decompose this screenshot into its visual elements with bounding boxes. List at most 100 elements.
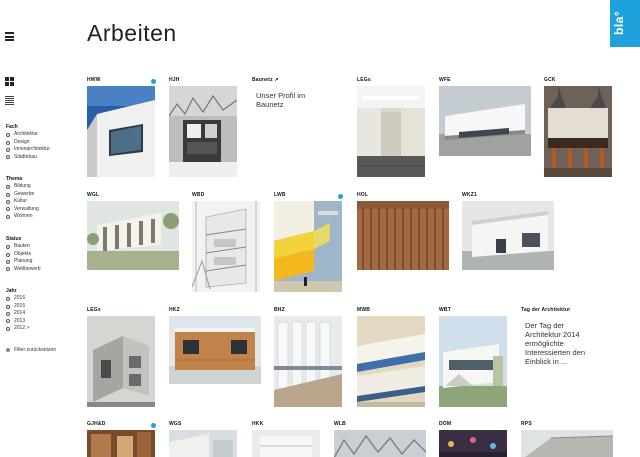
project-image — [87, 430, 155, 457]
project-label: LEGs — [87, 307, 101, 313]
project-label: LWB — [274, 192, 286, 198]
project-label: BHZ — [274, 307, 285, 313]
radio-icon — [6, 297, 10, 302]
project-image — [192, 201, 260, 297]
project-label: GJH&D — [87, 421, 106, 427]
filter-option-verwaltung[interactable]: Verwaltung — [6, 206, 39, 213]
project-label: WKZ1 — [462, 192, 477, 198]
filter-option-wohnen[interactable]: Wohnen — [6, 213, 39, 220]
filter-group-fach: Fach Architektur Design Innenarchitektur… — [6, 124, 50, 161]
filter-option-label: Innenarchitektur — [14, 146, 50, 153]
logo-text: bla° — [612, 10, 626, 35]
project-teaser-text: Unser Profil im Baunetz — [256, 91, 306, 109]
project-label: WBD — [192, 192, 205, 198]
filter-option-objekte[interactable]: Objekte — [6, 251, 41, 258]
project-tile-hol[interactable]: HOL — [357, 192, 449, 270]
filter-option-architektur[interactable]: Architektur — [6, 131, 50, 138]
filter-option-label: Kultur — [14, 198, 28, 205]
radio-icon — [6, 199, 10, 204]
filter-option-design[interactable]: Design — [6, 139, 50, 146]
project-tile-wkz1[interactable]: WKZ1 — [462, 192, 554, 270]
project-tile-mwb[interactable]: MWB — [357, 307, 425, 407]
project-image — [357, 86, 425, 182]
filter-option-label: 2012 > — [14, 325, 30, 332]
project-tile-gck[interactable]: GCK — [544, 77, 612, 177]
grid-view-icon[interactable] — [5, 77, 14, 86]
bla-logo[interactable]: bla° — [610, 0, 640, 47]
project-tile-tag-der-architektur[interactable]: Tag der Architektur Der Tag der Architek… — [521, 307, 591, 366]
filter-option-2016[interactable]: 2016 — [6, 295, 29, 302]
reset-filter-button[interactable]: Filter zurücksetzen — [6, 347, 56, 353]
project-label: GCK — [544, 77, 556, 83]
project-tile-wbd[interactable]: WBD — [192, 192, 260, 292]
project-image — [169, 86, 237, 182]
project-label: Baunetz ↗ — [252, 77, 279, 83]
filter-option-bildung[interactable]: Bildung — [6, 183, 39, 190]
project-tile-hww[interactable]: HWW — [87, 77, 156, 177]
project-label: HJH — [169, 77, 180, 83]
radio-icon — [6, 252, 10, 257]
project-tile-wfe[interactable]: WFE — [439, 77, 531, 156]
filter-option-label: 2014 — [14, 310, 26, 317]
project-tile-wgs[interactable]: WGS — [169, 421, 237, 457]
project-label: WLB — [334, 421, 346, 427]
radio-icon — [6, 319, 10, 324]
project-image — [357, 201, 449, 275]
filter-option-2014[interactable]: 2014 — [6, 310, 29, 317]
project-image — [274, 201, 342, 297]
project-tile-baunetz[interactable]: Baunetz ↗ Unser Profil im Baunetz — [252, 77, 320, 109]
hamburger-menu-icon[interactable] — [5, 32, 14, 41]
project-tile-legs-2[interactable]: LEGs — [87, 307, 155, 407]
project-label: HOL — [357, 192, 369, 198]
list-view-icon[interactable] — [5, 96, 14, 105]
radio-icon — [6, 147, 10, 152]
radio-icon — [6, 267, 10, 272]
project-tile-lwb[interactable]: LWB — [274, 192, 343, 292]
filter-option-staedtebau[interactable]: Städtebau — [6, 154, 50, 161]
project-image — [521, 430, 613, 457]
filter-option-2013[interactable]: 2013 — [6, 318, 29, 325]
project-image — [439, 316, 507, 412]
radio-icon — [6, 185, 10, 190]
project-tile-wgl[interactable]: WGL — [87, 192, 179, 270]
project-tile-rps[interactable]: RPS — [521, 421, 613, 457]
project-tile-gjhd[interactable]: GJH&D — [87, 421, 156, 457]
project-image — [462, 201, 554, 275]
reset-filter-label: Filter zurücksetzen — [14, 347, 56, 353]
project-tile-legs[interactable]: LEGs — [357, 77, 425, 177]
filter-option-bauten[interactable]: Bauten — [6, 243, 41, 250]
filter-option-gewerbe[interactable]: Gewerbe — [6, 191, 39, 198]
filter-option-kultur[interactable]: Kultur — [6, 198, 39, 205]
project-image — [544, 86, 612, 182]
project-image — [169, 430, 237, 457]
filter-option-label: Architektur — [14, 131, 38, 138]
project-tile-wbt[interactable]: WBT — [439, 307, 507, 407]
project-image — [439, 86, 531, 161]
project-label: WBT — [439, 307, 451, 313]
project-tile-dom[interactable]: DOM — [439, 421, 507, 457]
filter-option-2012[interactable]: 2012 > — [6, 325, 29, 332]
new-indicator-dot — [151, 423, 156, 428]
filter-option-wettbewerb[interactable]: Wettbewerb — [6, 266, 41, 273]
project-tile-hjh[interactable]: HJH — [169, 77, 237, 177]
filter-option-label: Bildung — [14, 183, 31, 190]
filter-option-innenarchitektur[interactable]: Innenarchitektur — [6, 146, 50, 153]
project-tile-bhz[interactable]: BHZ — [274, 307, 342, 407]
filter-option-planung[interactable]: Planung — [6, 258, 41, 265]
project-tile-hkk[interactable]: HKK — [252, 421, 320, 457]
radio-icon — [6, 140, 10, 145]
project-image — [87, 201, 179, 275]
radio-icon — [6, 311, 10, 316]
filter-option-label: Gewerbe — [14, 190, 35, 197]
project-image — [357, 316, 425, 412]
project-label: WGL — [87, 192, 100, 198]
radio-icon — [6, 207, 10, 212]
filter-option-2015[interactable]: 2015 — [6, 303, 29, 310]
filter-option-label: 2013 — [14, 317, 26, 324]
radio-icon — [6, 214, 10, 219]
reset-icon — [6, 348, 10, 352]
project-image — [334, 430, 426, 457]
project-tile-wlb[interactable]: WLB — [334, 421, 426, 457]
project-tile-hkz[interactable]: HKZ — [169, 307, 261, 384]
radio-icon — [6, 326, 10, 331]
